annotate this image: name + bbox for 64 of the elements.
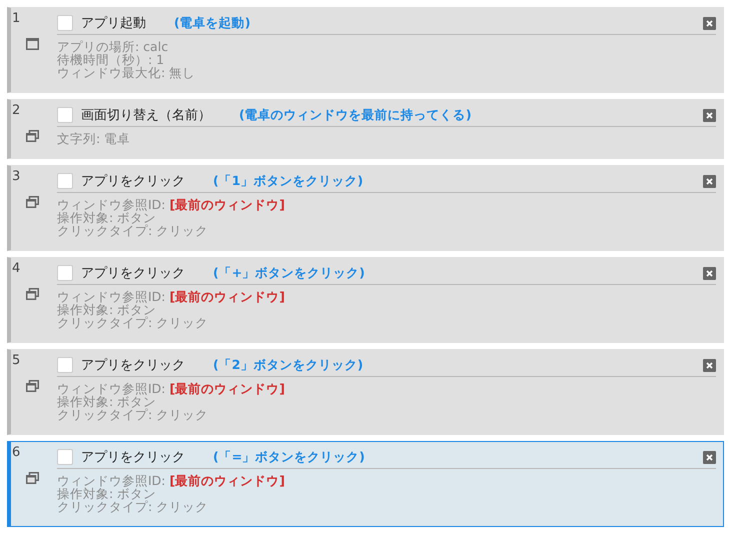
step-card[interactable]: 3 アプリをクリック (「1」ボタンをクリック) ウィンドウ参照ID: [最前のウィンドウ] 操作対象: ボタン クリックタイプ: クリック [7,165,724,251]
close-icon [706,454,713,460]
step-comment: (「=」ボタンをクリック) [213,448,365,466]
step-detail: 操作対象: ボタン [57,303,158,316]
step-card[interactable]: 5 アプリをクリック (「2」ボタンをクリック) ウィンドウ参照ID: [最前のウィンドウ] 操作対象: ボタン クリックタイプ: クリック [7,349,724,435]
step-detail: クリックタイプ: クリック [57,500,210,513]
checkbox[interactable] [57,265,73,281]
step-card[interactable]: 2 画面切り替え（名前） (電卓のウィンドウを最前に持ってくる) 文字列: 電卓 [7,99,724,159]
step-card[interactable]: 4 アプリをクリック (「+」ボタンをクリック) ウィンドウ参照ID: [最前のウィンドウ] 操作対象: ボタン クリックタイプ: クリック [7,257,724,343]
checkbox[interactable] [57,357,73,373]
step-detail: クリックタイプ: クリック [57,316,210,329]
windows-icon [26,472,39,484]
step-comment: (電卓のウィンドウを最前に持ってくる) [239,106,472,124]
windows-icon [26,130,39,142]
step-title: アプリ起動 [81,15,146,32]
step-number: 3 [12,169,20,184]
step-detail: ウィンドウ最大化: 無し [57,66,196,79]
step-title: 画面切り替え（名前） [81,107,211,124]
step-detail: 操作対象: ボタン [57,395,158,408]
step-detail: 待機時間（秒）: 1 [57,53,166,66]
checkbox[interactable] [57,107,73,123]
close-button[interactable] [703,108,716,122]
step-comment: (「1」ボタンをクリック) [213,172,364,190]
step-comment: (電卓を起動) [174,14,250,32]
close-icon [706,20,713,26]
step-detail: アプリの場所: calc [57,40,170,53]
close-button[interactable] [703,174,716,188]
step-detail: 文字列: 電卓 [57,132,132,145]
checkbox[interactable] [57,173,73,189]
close-button[interactable] [703,16,716,30]
close-button[interactable] [703,450,716,464]
step-detail: 操作対象: ボタン [57,487,158,500]
step-title: アプリをクリック [81,265,185,282]
windows-icon [26,380,39,392]
close-icon [706,178,713,184]
step-detail: ウィンドウ参照ID: [最前のウィンドウ] [57,198,286,211]
close-icon [706,270,713,276]
close-icon [706,362,713,368]
step-number: 1 [12,11,20,26]
step-card[interactable]: 6 アプリをクリック (「=」ボタンをクリック) ウィンドウ参照ID: [最前のウィンドウ] 操作対象: ボタン クリックタイプ: クリック [7,441,724,527]
step-number: 6 [12,445,20,460]
step-card[interactable]: 1 アプリ起動 (電卓を起動) アプリの場所: calc 待機時間（秒）: 1 ウィンドウ最大化: 無し [7,7,724,93]
close-button[interactable] [703,266,716,280]
checkbox[interactable] [57,15,73,31]
step-number: 5 [12,353,20,368]
step-title: アプリをクリック [81,449,185,466]
step-comment: (「2」ボタンをクリック) [213,356,364,374]
window-icon [26,38,39,50]
step-title: アプリをクリック [81,357,185,374]
step-detail: クリックタイプ: クリック [57,224,210,237]
step-detail: ウィンドウ参照ID: [最前のウィンドウ] [57,382,286,395]
step-detail: ウィンドウ参照ID: [最前のウィンドウ] [57,474,286,487]
windows-icon [26,196,39,208]
step-detail: 操作対象: ボタン [57,211,158,224]
step-comment: (「+」ボタンをクリック) [213,264,365,282]
step-number: 2 [12,103,20,118]
close-button[interactable] [703,358,716,372]
windows-icon [26,288,39,300]
checkbox[interactable] [57,449,73,465]
step-number: 4 [12,261,20,276]
step-title: アプリをクリック [81,173,185,190]
step-detail: クリックタイプ: クリック [57,408,210,421]
step-detail: ウィンドウ参照ID: [最前のウィンドウ] [57,290,286,303]
close-icon [706,112,713,118]
